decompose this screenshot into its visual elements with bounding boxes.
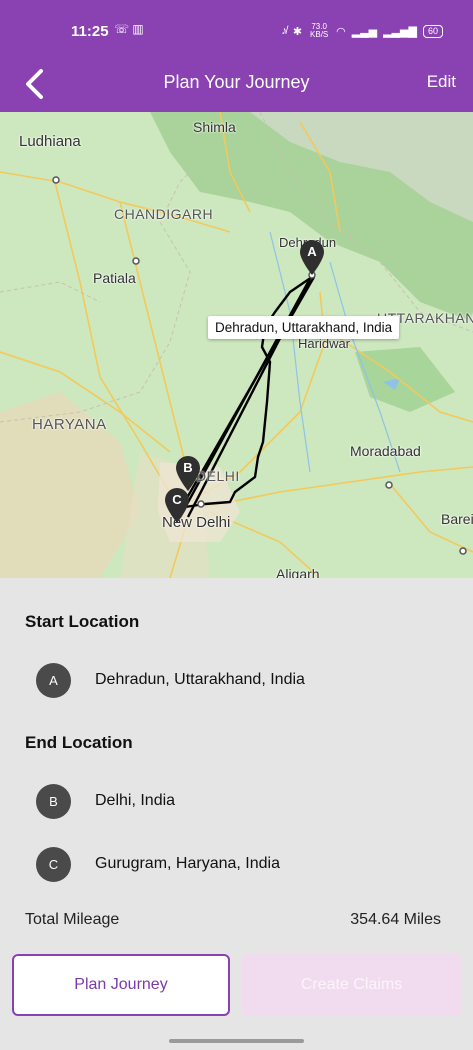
signal-icon-2: ▂▃▅▇: [383, 25, 417, 38]
notification-icons: ☏ ▥: [114, 22, 144, 36]
map-pin-a[interactable]: A: [299, 240, 325, 276]
signal-icon: ▂▃▅: [351, 25, 378, 38]
battery-icon: 60: [422, 24, 443, 38]
gesture-nav-handle[interactable]: [169, 1039, 304, 1043]
map-label-bareilly: Barei: [441, 511, 473, 527]
net-speed: 73.0 KB/S: [310, 22, 329, 39]
edit-button[interactable]: Edit: [427, 72, 456, 92]
location-text: Dehradun, Uttarakhand, India: [95, 671, 305, 688]
location-badge: A: [36, 662, 71, 698]
map-pin-b[interactable]: B: [175, 456, 201, 492]
location-text: Gurugram, Haryana, India: [95, 855, 280, 872]
map-pin-label: A: [307, 244, 317, 259]
create-claims-button[interactable]: Create Claims: [242, 954, 461, 1016]
map-label-shimla: Shimla: [193, 119, 236, 135]
wifi-icon: ◠: [336, 25, 346, 38]
end-location-item[interactable]: C Gurugram, Haryana, India: [36, 846, 280, 882]
map-label-moradabad: Moradabad: [350, 443, 421, 459]
map-pin-label: C: [172, 492, 182, 507]
map-label-haryana: HARYANA: [32, 416, 107, 433]
map-label-patiala: Patiala: [93, 270, 136, 286]
map-pin-label: B: [183, 460, 193, 475]
start-location-heading: Start Location: [25, 612, 140, 631]
status-time: 11:25: [71, 23, 109, 40]
location-badge: C: [36, 846, 71, 882]
map-canvas: [0, 112, 473, 578]
mute-icon: ♪̸: [281, 25, 287, 37]
map-pin-c[interactable]: C: [164, 488, 190, 524]
app-bar: Plan Your Journey Edit: [0, 62, 473, 112]
start-location-item[interactable]: A Dehradun, Uttarakhand, India: [36, 662, 305, 698]
end-location-heading: End Location: [25, 733, 133, 752]
total-mileage-value: 354.64 Miles: [350, 911, 441, 928]
bluetooth-icon: ✱: [292, 25, 303, 38]
map-tooltip: Dehradun, Uttarakhand, India: [208, 316, 400, 339]
map-label-chandigarh: CHANDIGARH: [114, 206, 214, 222]
status-bar: 11:25 ☏ ▥ ♪̸ ✱ 73.0 KB/S ◠ ▂▃▅ ▂▃▅▇ 60: [0, 0, 473, 62]
status-right-icons: ♪̸ ✱ 73.0 KB/S ◠ ▂▃▅ ▂▃▅▇ 60: [281, 23, 443, 39]
map-label-aligarh: Aligarh: [276, 566, 320, 578]
map-label-ludhiana: Ludhiana: [19, 133, 81, 150]
location-badge: B: [36, 783, 71, 819]
page-title: Plan Your Journey: [163, 72, 310, 92]
total-mileage-label: Total Mileage: [25, 911, 120, 928]
end-location-item[interactable]: B Delhi, India: [36, 783, 175, 819]
location-text: Delhi, India: [95, 792, 176, 809]
route-map[interactable]: Shimla Ludhiana CHANDIGARH Dehradun Pati…: [0, 112, 473, 578]
map-label-delhi: DELHI: [196, 468, 240, 484]
plan-journey-button[interactable]: Plan Journey: [12, 954, 230, 1016]
